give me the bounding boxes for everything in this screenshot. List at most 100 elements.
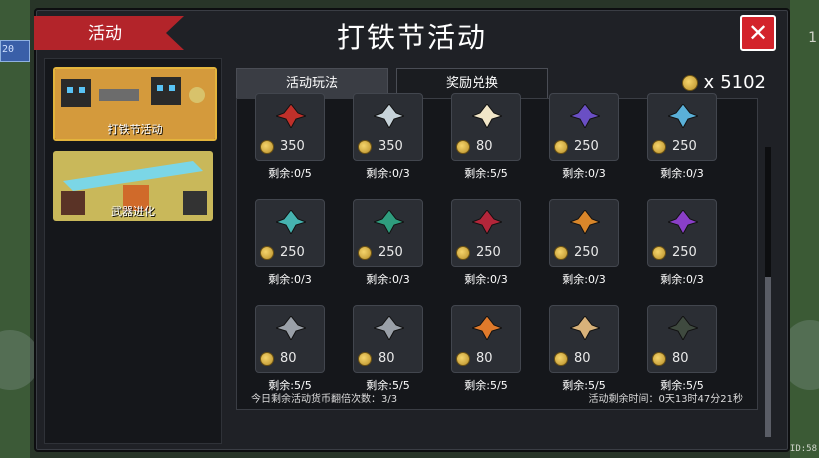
item-price: 80 [456, 351, 516, 366]
activity-sidebar: 打铁节活动 武器进化 [44, 58, 222, 444]
reward-item[interactable]: 350 剩余:0/3 [353, 93, 423, 180]
reward-slot[interactable]: 80 [647, 305, 717, 373]
price-value: 250 [574, 245, 599, 260]
price-value: 80 [476, 351, 493, 366]
price-value: 80 [280, 351, 297, 366]
item-price: 250 [652, 245, 712, 260]
currency-prefix: x [703, 72, 715, 93]
remaining-count: 剩余:5/5 [464, 379, 508, 392]
reward-slot[interactable]: 250 [549, 93, 619, 161]
item-price: 250 [554, 245, 614, 260]
item-price: 80 [260, 351, 320, 366]
remaining-count: 剩余:0/3 [660, 167, 704, 180]
background-hud-value: 20 [2, 44, 15, 55]
price-value: 350 [378, 139, 403, 154]
exchange-content: 活动玩法 奖励兑换 x 5102 350 剩余:0/5 350 剩余:0/3 80 剩余:… [226, 68, 780, 442]
reward-item[interactable]: 250 剩余:0/3 [549, 199, 619, 286]
currency-balance: x 5102 [681, 72, 766, 93]
ore-lump-icon [276, 316, 306, 340]
reward-item[interactable]: 80 剩余:5/5 [451, 93, 521, 180]
reward-slot[interactable]: 250 [647, 199, 717, 267]
coin-icon [652, 351, 666, 366]
remaining-count: 剩余:0/3 [268, 273, 312, 286]
reward-item[interactable]: 250 剩余:0/3 [647, 93, 717, 180]
price-value: 250 [672, 139, 697, 154]
price-value: 80 [574, 351, 591, 366]
reward-slot[interactable]: 250 [647, 93, 717, 161]
price-value: 80 [672, 351, 689, 366]
price-value: 250 [574, 139, 599, 154]
cream-bag-icon [472, 104, 502, 128]
reward-item[interactable]: 80 剩余:5/5 [549, 305, 619, 392]
remaining-count: 剩余:0/3 [562, 167, 606, 180]
reward-item[interactable]: 250 剩余:0/3 [647, 199, 717, 286]
purple-crystal-icon [570, 104, 600, 128]
page-title: 打铁节活动 [336, 21, 487, 54]
coin-icon [652, 245, 666, 260]
item-price: 350 [358, 139, 418, 154]
white-flower-icon [374, 104, 404, 128]
reward-slot[interactable]: 250 [353, 199, 423, 267]
remaining-count: 剩余:0/3 [562, 273, 606, 286]
sidebar-item-label: 武器进化 [111, 205, 155, 218]
blue-crystal-icon [668, 104, 698, 128]
activity-panel: 活动 打铁节活动 ✕ 打铁节活动 武器进化 活动玩法 奖励兑换 x 5102 3… [34, 8, 790, 452]
scroll-thumb[interactable] [765, 277, 771, 437]
reward-item[interactable]: 350 剩余:0/5 [255, 93, 325, 180]
close-button[interactable]: ✕ [740, 15, 776, 51]
orange-crystal-icon [570, 210, 600, 234]
coin-icon [554, 139, 568, 154]
reward-slot[interactable]: 350 [353, 93, 423, 161]
coin-icon [260, 139, 274, 154]
reward-item[interactable]: 80 剩余:5/5 [255, 305, 325, 392]
sidebar-item-weapon-evolution[interactable]: 武器进化 [53, 151, 213, 221]
remaining-count: 剩余:0/5 [268, 167, 312, 180]
reward-slot[interactable]: 80 [451, 305, 521, 373]
reward-item[interactable]: 250 剩余:0/3 [353, 199, 423, 286]
violet-crystal-icon [668, 210, 698, 234]
item-price: 250 [358, 245, 418, 260]
reward-item[interactable]: 250 剩余:0/3 [451, 199, 521, 286]
coin-icon [652, 139, 666, 154]
sidebar-item-forge-festival[interactable]: 打铁节活动 [53, 67, 217, 141]
coin-icon [456, 245, 470, 260]
item-price: 80 [456, 139, 516, 154]
reward-item[interactable]: 80 剩余:5/5 [647, 305, 717, 392]
reward-slot[interactable]: 250 [549, 199, 619, 267]
reward-slot[interactable]: 350 [255, 93, 325, 161]
reward-slot[interactable]: 250 [255, 199, 325, 267]
price-value: 250 [378, 245, 403, 260]
coin-icon [358, 245, 372, 260]
double-count-label: 今日剩余活动货币翻倍次数：3/3 [251, 394, 398, 405]
copper-ore-icon [472, 316, 502, 340]
reward-slot[interactable]: 80 [255, 305, 325, 373]
wood-plank-icon [570, 316, 600, 340]
remaining-count: 剩余:0/3 [464, 273, 508, 286]
remaining-count: 剩余:5/5 [464, 167, 508, 180]
sidebar-item-label: 打铁节活动 [107, 123, 163, 136]
reward-slot[interactable]: 250 [451, 199, 521, 267]
coin-icon [456, 351, 470, 366]
item-price: 250 [554, 139, 614, 154]
battery-icon [668, 316, 698, 340]
reward-slot[interactable]: 80 [549, 305, 619, 373]
item-price: 80 [358, 351, 418, 366]
reward-item[interactable]: 80 剩余:5/5 [451, 305, 521, 392]
coin-icon [681, 74, 698, 91]
reward-item[interactable]: 250 剩余:0/3 [549, 93, 619, 180]
currency-amount: 5102 [720, 72, 766, 93]
reward-scrollbar[interactable] [765, 147, 771, 437]
reward-slot[interactable]: 80 [451, 93, 521, 161]
coin-icon [456, 139, 470, 154]
item-price: 250 [456, 245, 516, 260]
coin-icon [260, 245, 274, 260]
reward-item[interactable]: 80 剩余:5/5 [353, 305, 423, 392]
time-remaining-label: 活动剩余时间：0天13时47分21秒 [588, 394, 743, 405]
reward-item[interactable]: 250 剩余:0/3 [255, 199, 325, 286]
gear-icon [374, 316, 404, 340]
coin-icon [358, 351, 372, 366]
coin-icon [260, 351, 274, 366]
reward-slot[interactable]: 80 [353, 305, 423, 373]
price-value: 350 [280, 139, 305, 154]
price-value: 250 [280, 245, 305, 260]
